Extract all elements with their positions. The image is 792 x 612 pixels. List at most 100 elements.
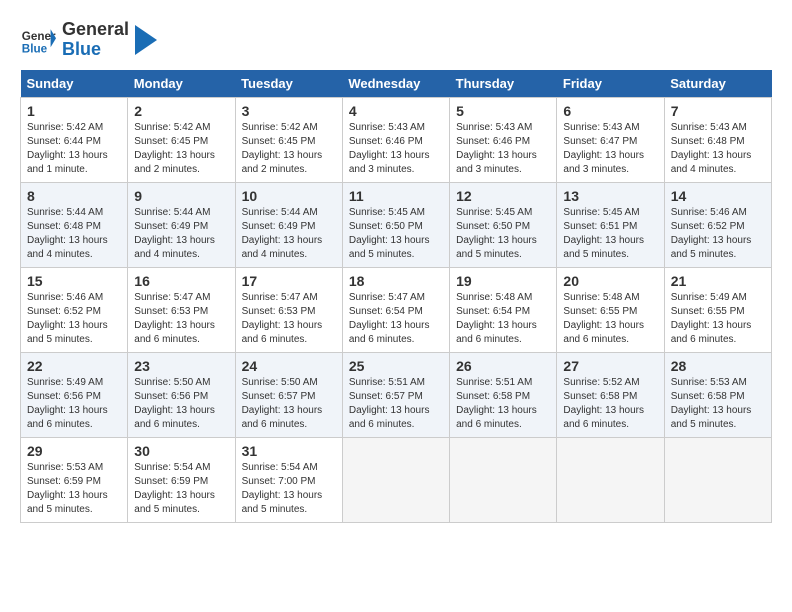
day-number: 12 bbox=[456, 188, 550, 204]
day-number: 23 bbox=[134, 358, 228, 374]
calendar-cell: 17 Sunrise: 5:47 AMSunset: 6:53 PMDaylig… bbox=[235, 267, 342, 352]
cell-info: Sunrise: 5:45 AMSunset: 6:51 PMDaylight:… bbox=[563, 207, 644, 260]
day-number: 10 bbox=[242, 188, 336, 204]
day-number: 13 bbox=[563, 188, 657, 204]
logo: General Blue General Blue bbox=[20, 20, 157, 60]
day-number: 8 bbox=[27, 188, 121, 204]
cell-info: Sunrise: 5:45 AMSunset: 6:50 PMDaylight:… bbox=[456, 207, 537, 260]
cell-info: Sunrise: 5:49 AMSunset: 6:55 PMDaylight:… bbox=[671, 292, 752, 345]
cell-info: Sunrise: 5:52 AMSunset: 6:58 PMDaylight:… bbox=[563, 377, 644, 430]
calendar-cell: 1 Sunrise: 5:42 AMSunset: 6:44 PMDayligh… bbox=[21, 97, 128, 182]
calendar-cell bbox=[664, 437, 771, 522]
cell-info: Sunrise: 5:53 AMSunset: 6:58 PMDaylight:… bbox=[671, 377, 752, 430]
day-number: 7 bbox=[671, 103, 765, 119]
day-number: 11 bbox=[349, 188, 443, 204]
day-number: 20 bbox=[563, 273, 657, 289]
calendar-cell: 23 Sunrise: 5:50 AMSunset: 6:56 PMDaylig… bbox=[128, 352, 235, 437]
calendar-cell: 10 Sunrise: 5:44 AMSunset: 6:49 PMDaylig… bbox=[235, 182, 342, 267]
calendar-week-row: 29 Sunrise: 5:53 AMSunset: 6:59 PMDaylig… bbox=[21, 437, 772, 522]
day-number: 19 bbox=[456, 273, 550, 289]
day-number: 22 bbox=[27, 358, 121, 374]
cell-info: Sunrise: 5:51 AMSunset: 6:58 PMDaylight:… bbox=[456, 377, 537, 430]
calendar-cell: 9 Sunrise: 5:44 AMSunset: 6:49 PMDayligh… bbox=[128, 182, 235, 267]
calendar-cell: 15 Sunrise: 5:46 AMSunset: 6:52 PMDaylig… bbox=[21, 267, 128, 352]
calendar-cell: 12 Sunrise: 5:45 AMSunset: 6:50 PMDaylig… bbox=[450, 182, 557, 267]
day-header-friday: Friday bbox=[557, 70, 664, 98]
cell-info: Sunrise: 5:54 AMSunset: 7:00 PMDaylight:… bbox=[242, 462, 323, 515]
cell-info: Sunrise: 5:51 AMSunset: 6:57 PMDaylight:… bbox=[349, 377, 430, 430]
day-number: 5 bbox=[456, 103, 550, 119]
day-number: 31 bbox=[242, 443, 336, 459]
calendar-week-row: 1 Sunrise: 5:42 AMSunset: 6:44 PMDayligh… bbox=[21, 97, 772, 182]
cell-info: Sunrise: 5:44 AMSunset: 6:49 PMDaylight:… bbox=[134, 207, 215, 260]
day-header-monday: Monday bbox=[128, 70, 235, 98]
calendar-cell: 14 Sunrise: 5:46 AMSunset: 6:52 PMDaylig… bbox=[664, 182, 771, 267]
logo-general-text: General bbox=[62, 20, 129, 40]
calendar-cell: 13 Sunrise: 5:45 AMSunset: 6:51 PMDaylig… bbox=[557, 182, 664, 267]
logo-blue-text: Blue bbox=[62, 40, 129, 60]
logo-icon: General Blue bbox=[20, 22, 56, 58]
cell-info: Sunrise: 5:42 AMSunset: 6:44 PMDaylight:… bbox=[27, 122, 108, 175]
calendar-cell: 4 Sunrise: 5:43 AMSunset: 6:46 PMDayligh… bbox=[342, 97, 449, 182]
calendar-cell: 8 Sunrise: 5:44 AMSunset: 6:48 PMDayligh… bbox=[21, 182, 128, 267]
day-number: 6 bbox=[563, 103, 657, 119]
calendar-cell: 30 Sunrise: 5:54 AMSunset: 6:59 PMDaylig… bbox=[128, 437, 235, 522]
calendar-week-row: 8 Sunrise: 5:44 AMSunset: 6:48 PMDayligh… bbox=[21, 182, 772, 267]
day-number: 28 bbox=[671, 358, 765, 374]
calendar-cell: 19 Sunrise: 5:48 AMSunset: 6:54 PMDaylig… bbox=[450, 267, 557, 352]
day-number: 9 bbox=[134, 188, 228, 204]
logo-arrow-icon bbox=[135, 25, 157, 55]
cell-info: Sunrise: 5:53 AMSunset: 6:59 PMDaylight:… bbox=[27, 462, 108, 515]
calendar-cell: 21 Sunrise: 5:49 AMSunset: 6:55 PMDaylig… bbox=[664, 267, 771, 352]
day-number: 1 bbox=[27, 103, 121, 119]
calendar-cell bbox=[450, 437, 557, 522]
day-number: 2 bbox=[134, 103, 228, 119]
day-number: 14 bbox=[671, 188, 765, 204]
cell-info: Sunrise: 5:47 AMSunset: 6:53 PMDaylight:… bbox=[134, 292, 215, 345]
calendar-cell: 20 Sunrise: 5:48 AMSunset: 6:55 PMDaylig… bbox=[557, 267, 664, 352]
cell-info: Sunrise: 5:49 AMSunset: 6:56 PMDaylight:… bbox=[27, 377, 108, 430]
calendar-body: 1 Sunrise: 5:42 AMSunset: 6:44 PMDayligh… bbox=[21, 97, 772, 522]
calendar-cell: 3 Sunrise: 5:42 AMSunset: 6:45 PMDayligh… bbox=[235, 97, 342, 182]
day-number: 4 bbox=[349, 103, 443, 119]
cell-info: Sunrise: 5:43 AMSunset: 6:48 PMDaylight:… bbox=[671, 122, 752, 175]
day-number: 30 bbox=[134, 443, 228, 459]
cell-info: Sunrise: 5:54 AMSunset: 6:59 PMDaylight:… bbox=[134, 462, 215, 515]
day-number: 18 bbox=[349, 273, 443, 289]
calendar-week-row: 22 Sunrise: 5:49 AMSunset: 6:56 PMDaylig… bbox=[21, 352, 772, 437]
cell-info: Sunrise: 5:50 AMSunset: 6:57 PMDaylight:… bbox=[242, 377, 323, 430]
cell-info: Sunrise: 5:46 AMSunset: 6:52 PMDaylight:… bbox=[671, 207, 752, 260]
calendar-cell: 31 Sunrise: 5:54 AMSunset: 7:00 PMDaylig… bbox=[235, 437, 342, 522]
day-header-saturday: Saturday bbox=[664, 70, 771, 98]
day-header-thursday: Thursday bbox=[450, 70, 557, 98]
cell-info: Sunrise: 5:42 AMSunset: 6:45 PMDaylight:… bbox=[242, 122, 323, 175]
day-number: 29 bbox=[27, 443, 121, 459]
calendar-cell: 25 Sunrise: 5:51 AMSunset: 6:57 PMDaylig… bbox=[342, 352, 449, 437]
calendar-cell: 11 Sunrise: 5:45 AMSunset: 6:50 PMDaylig… bbox=[342, 182, 449, 267]
cell-info: Sunrise: 5:48 AMSunset: 6:54 PMDaylight:… bbox=[456, 292, 537, 345]
calendar-cell: 28 Sunrise: 5:53 AMSunset: 6:58 PMDaylig… bbox=[664, 352, 771, 437]
calendar-cell bbox=[557, 437, 664, 522]
calendar-cell: 29 Sunrise: 5:53 AMSunset: 6:59 PMDaylig… bbox=[21, 437, 128, 522]
cell-info: Sunrise: 5:43 AMSunset: 6:47 PMDaylight:… bbox=[563, 122, 644, 175]
day-number: 27 bbox=[563, 358, 657, 374]
day-number: 24 bbox=[242, 358, 336, 374]
svg-text:Blue: Blue bbox=[22, 42, 48, 55]
cell-info: Sunrise: 5:42 AMSunset: 6:45 PMDaylight:… bbox=[134, 122, 215, 175]
cell-info: Sunrise: 5:43 AMSunset: 6:46 PMDaylight:… bbox=[456, 122, 537, 175]
cell-info: Sunrise: 5:46 AMSunset: 6:52 PMDaylight:… bbox=[27, 292, 108, 345]
cell-info: Sunrise: 5:45 AMSunset: 6:50 PMDaylight:… bbox=[349, 207, 430, 260]
cell-info: Sunrise: 5:44 AMSunset: 6:48 PMDaylight:… bbox=[27, 207, 108, 260]
calendar-cell: 22 Sunrise: 5:49 AMSunset: 6:56 PMDaylig… bbox=[21, 352, 128, 437]
cell-info: Sunrise: 5:44 AMSunset: 6:49 PMDaylight:… bbox=[242, 207, 323, 260]
calendar-header-row: SundayMondayTuesdayWednesdayThursdayFrid… bbox=[21, 70, 772, 98]
calendar-cell: 6 Sunrise: 5:43 AMSunset: 6:47 PMDayligh… bbox=[557, 97, 664, 182]
cell-info: Sunrise: 5:43 AMSunset: 6:46 PMDaylight:… bbox=[349, 122, 430, 175]
day-number: 15 bbox=[27, 273, 121, 289]
page-header: General Blue General Blue bbox=[20, 20, 772, 60]
day-number: 25 bbox=[349, 358, 443, 374]
day-number: 3 bbox=[242, 103, 336, 119]
calendar-cell: 16 Sunrise: 5:47 AMSunset: 6:53 PMDaylig… bbox=[128, 267, 235, 352]
cell-info: Sunrise: 5:48 AMSunset: 6:55 PMDaylight:… bbox=[563, 292, 644, 345]
calendar-cell: 18 Sunrise: 5:47 AMSunset: 6:54 PMDaylig… bbox=[342, 267, 449, 352]
